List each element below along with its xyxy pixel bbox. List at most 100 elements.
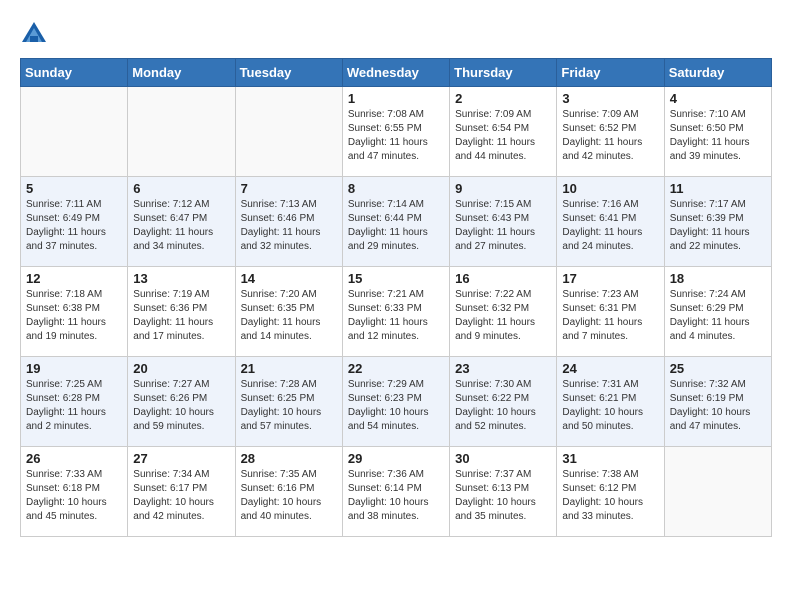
day-info: Sunrise: 7:27 AM Sunset: 6:26 PM Dayligh…	[133, 378, 229, 434]
day-info: Sunrise: 7:24 AM Sunset: 6:29 PM Dayligh…	[670, 288, 766, 344]
day-number: 22	[348, 361, 444, 376]
logo-icon	[20, 20, 48, 48]
day-info: Sunrise: 7:09 AM Sunset: 6:52 PM Dayligh…	[562, 108, 658, 164]
day-cell: 17 Sunrise: 7:23 AM Sunset: 6:31 PM Dayli…	[557, 267, 664, 357]
day-info: Sunrise: 7:28 AM Sunset: 6:25 PM Dayligh…	[241, 378, 337, 434]
day-number: 10	[562, 181, 658, 196]
day-number: 13	[133, 271, 229, 286]
day-info: Sunrise: 7:31 AM Sunset: 6:21 PM Dayligh…	[562, 378, 658, 434]
day-info: Sunrise: 7:10 AM Sunset: 6:50 PM Dayligh…	[670, 108, 766, 164]
day-number: 20	[133, 361, 229, 376]
day-cell: 4 Sunrise: 7:10 AM Sunset: 6:50 PM Daylig…	[664, 87, 771, 177]
day-cell: 3Sunrise: 7:09 AM Sunset: 6:52 PM Daylig…	[557, 87, 664, 177]
day-number: 1	[348, 91, 444, 106]
week-row-2: 5 Sunrise: 7:11 AM Sunset: 6:49 PM Daylig…	[21, 177, 772, 267]
day-info: Sunrise: 7:21 AM Sunset: 6:33 PM Dayligh…	[348, 288, 444, 344]
day-cell: 16Sunrise: 7:22 AM Sunset: 6:32 PM Dayli…	[450, 267, 557, 357]
day-cell: 6 Sunrise: 7:12 AM Sunset: 6:47 PM Daylig…	[128, 177, 235, 267]
day-cell: 18 Sunrise: 7:24 AM Sunset: 6:29 PM Dayli…	[664, 267, 771, 357]
day-number: 19	[26, 361, 122, 376]
day-number: 8	[348, 181, 444, 196]
logo	[20, 20, 52, 48]
day-info: Sunrise: 7:12 AM Sunset: 6:47 PM Dayligh…	[133, 198, 229, 254]
day-info: Sunrise: 7:18 AM Sunset: 6:38 PM Dayligh…	[26, 288, 122, 344]
day-number: 28	[241, 451, 337, 466]
week-row-4: 19 Sunrise: 7:25 AM Sunset: 6:28 PM Dayli…	[21, 357, 772, 447]
day-number: 15	[348, 271, 444, 286]
day-info: Sunrise: 7:25 AM Sunset: 6:28 PM Dayligh…	[26, 378, 122, 434]
day-cell: 2Sunrise: 7:09 AM Sunset: 6:54 PM Daylig…	[450, 87, 557, 177]
page-header	[20, 20, 772, 48]
days-header-row: SundayMondayTuesdayWednesdayThursdayFrid…	[21, 59, 772, 87]
day-header-monday: Monday	[128, 59, 235, 87]
day-info: Sunrise: 7:32 AM Sunset: 6:19 PM Dayligh…	[670, 378, 766, 434]
week-row-1: 1 Sunrise: 7:08 AM Sunset: 6:55 PM Daylig…	[21, 87, 772, 177]
day-header-thursday: Thursday	[450, 59, 557, 87]
day-info: Sunrise: 7:16 AM Sunset: 6:41 PM Dayligh…	[562, 198, 658, 254]
day-number: 23	[455, 361, 551, 376]
day-number: 5	[26, 181, 122, 196]
day-cell: 15 Sunrise: 7:21 AM Sunset: 6:33 PM Dayli…	[342, 267, 449, 357]
day-cell: 8 Sunrise: 7:14 AM Sunset: 6:44 PM Daylig…	[342, 177, 449, 267]
day-number: 14	[241, 271, 337, 286]
day-cell: 12 Sunrise: 7:18 AM Sunset: 6:38 PM Dayli…	[21, 267, 128, 357]
day-number: 6	[133, 181, 229, 196]
day-header-sunday: Sunday	[21, 59, 128, 87]
day-cell	[664, 447, 771, 537]
day-cell: 31 Sunrise: 7:38 AM Sunset: 6:12 PM Dayli…	[557, 447, 664, 537]
day-info: Sunrise: 7:35 AM Sunset: 6:16 PM Dayligh…	[241, 468, 337, 524]
day-number: 11	[670, 181, 766, 196]
day-number: 17	[562, 271, 658, 286]
day-info: Sunrise: 7:11 AM Sunset: 6:49 PM Dayligh…	[26, 198, 122, 254]
day-cell: 22 Sunrise: 7:29 AM Sunset: 6:23 PM Dayli…	[342, 357, 449, 447]
week-row-5: 26 Sunrise: 7:33 AM Sunset: 6:18 PM Dayli…	[21, 447, 772, 537]
day-number: 21	[241, 361, 337, 376]
day-cell	[21, 87, 128, 177]
day-info: Sunrise: 7:13 AM Sunset: 6:46 PM Dayligh…	[241, 198, 337, 254]
day-cell: 28 Sunrise: 7:35 AM Sunset: 6:16 PM Dayli…	[235, 447, 342, 537]
day-info: Sunrise: 7:15 AM Sunset: 6:43 PM Dayligh…	[455, 198, 551, 254]
day-cell: 27 Sunrise: 7:34 AM Sunset: 6:17 PM Dayli…	[128, 447, 235, 537]
day-cell: 25 Sunrise: 7:32 AM Sunset: 6:19 PM Dayli…	[664, 357, 771, 447]
day-number: 31	[562, 451, 658, 466]
day-info: Sunrise: 7:08 AM Sunset: 6:55 PM Dayligh…	[348, 108, 444, 164]
day-number: 24	[562, 361, 658, 376]
day-header-tuesday: Tuesday	[235, 59, 342, 87]
day-info: Sunrise: 7:17 AM Sunset: 6:39 PM Dayligh…	[670, 198, 766, 254]
day-cell: 30Sunrise: 7:37 AM Sunset: 6:13 PM Dayli…	[450, 447, 557, 537]
day-cell: 21 Sunrise: 7:28 AM Sunset: 6:25 PM Dayli…	[235, 357, 342, 447]
day-cell: 23 Sunrise: 7:30 AM Sunset: 6:22 PM Dayli…	[450, 357, 557, 447]
day-cell: 14 Sunrise: 7:20 AM Sunset: 6:35 PM Dayli…	[235, 267, 342, 357]
day-header-friday: Friday	[557, 59, 664, 87]
day-number: 16	[455, 271, 551, 286]
day-cell: 10 Sunrise: 7:16 AM Sunset: 6:41 PM Dayli…	[557, 177, 664, 267]
day-number: 12	[26, 271, 122, 286]
day-cell: 5 Sunrise: 7:11 AM Sunset: 6:49 PM Daylig…	[21, 177, 128, 267]
day-info: Sunrise: 7:37 AM Sunset: 6:13 PM Dayligh…	[455, 468, 551, 524]
day-cell: 11 Sunrise: 7:17 AM Sunset: 6:39 PM Dayli…	[664, 177, 771, 267]
day-info: Sunrise: 7:38 AM Sunset: 6:12 PM Dayligh…	[562, 468, 658, 524]
day-info: Sunrise: 7:33 AM Sunset: 6:18 PM Dayligh…	[26, 468, 122, 524]
day-number: 26	[26, 451, 122, 466]
day-number: 4	[670, 91, 766, 106]
day-info: Sunrise: 7:30 AM Sunset: 6:22 PM Dayligh…	[455, 378, 551, 434]
day-info: Sunrise: 7:20 AM Sunset: 6:35 PM Dayligh…	[241, 288, 337, 344]
day-cell: 7Sunrise: 7:13 AM Sunset: 6:46 PM Daylig…	[235, 177, 342, 267]
day-info: Sunrise: 7:29 AM Sunset: 6:23 PM Dayligh…	[348, 378, 444, 434]
day-cell: 1 Sunrise: 7:08 AM Sunset: 6:55 PM Daylig…	[342, 87, 449, 177]
day-info: Sunrise: 7:14 AM Sunset: 6:44 PM Dayligh…	[348, 198, 444, 254]
day-number: 18	[670, 271, 766, 286]
day-number: 9	[455, 181, 551, 196]
day-number: 25	[670, 361, 766, 376]
day-cell: 29Sunrise: 7:36 AM Sunset: 6:14 PM Dayli…	[342, 447, 449, 537]
day-cell: 19 Sunrise: 7:25 AM Sunset: 6:28 PM Dayli…	[21, 357, 128, 447]
day-number: 27	[133, 451, 229, 466]
day-number: 29	[348, 451, 444, 466]
day-info: Sunrise: 7:19 AM Sunset: 6:36 PM Dayligh…	[133, 288, 229, 344]
day-info: Sunrise: 7:34 AM Sunset: 6:17 PM Dayligh…	[133, 468, 229, 524]
day-info: Sunrise: 7:23 AM Sunset: 6:31 PM Dayligh…	[562, 288, 658, 344]
day-cell: 20 Sunrise: 7:27 AM Sunset: 6:26 PM Dayli…	[128, 357, 235, 447]
day-header-wednesday: Wednesday	[342, 59, 449, 87]
day-cell: 13 Sunrise: 7:19 AM Sunset: 6:36 PM Dayli…	[128, 267, 235, 357]
day-cell	[235, 87, 342, 177]
